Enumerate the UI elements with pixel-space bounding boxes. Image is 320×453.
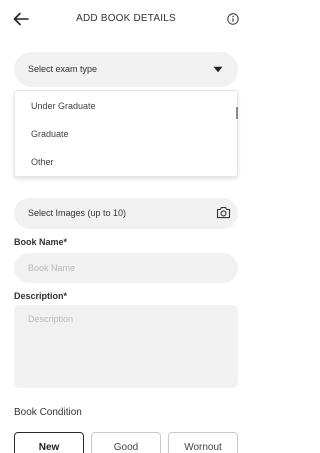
exam-type-select[interactable]: Select exam type: [14, 52, 238, 87]
select-images-field[interactable]: Select Images (up to 10): [14, 198, 238, 229]
exam-option-under-graduate[interactable]: Under Graduate: [31, 101, 96, 111]
caret-down-icon: [213, 66, 223, 73]
header: ADD BOOK DETAILS: [0, 0, 252, 38]
book-name-input[interactable]: [14, 253, 238, 283]
book-condition-title: Book Condition: [14, 407, 82, 418]
info-circle-icon[interactable]: [227, 13, 239, 25]
page-title: ADD BOOK DETAILS: [76, 13, 176, 24]
select-images-label: Select Images (up to 10): [28, 208, 127, 218]
add-book-details-screen: ADD BOOK DETAILS Select exam type Under …: [0, 0, 252, 453]
exam-option-other[interactable]: Other: [31, 157, 54, 167]
description-label: Description*: [14, 291, 68, 301]
underlying-field-edge: [236, 107, 238, 119]
condition-good-button[interactable]: Good: [91, 432, 161, 453]
book-name-label: Book Name*: [14, 237, 68, 247]
description-textarea[interactable]: [14, 305, 238, 388]
exam-type-label: Select exam type: [28, 64, 98, 74]
camera-icon[interactable]: [216, 206, 231, 219]
exam-type-dropdown: Under Graduate Graduate Other: [14, 90, 238, 177]
condition-new-button[interactable]: New: [14, 432, 84, 453]
condition-wornout-button[interactable]: Wornout: [168, 432, 238, 453]
exam-option-graduate[interactable]: Graduate: [31, 129, 69, 139]
